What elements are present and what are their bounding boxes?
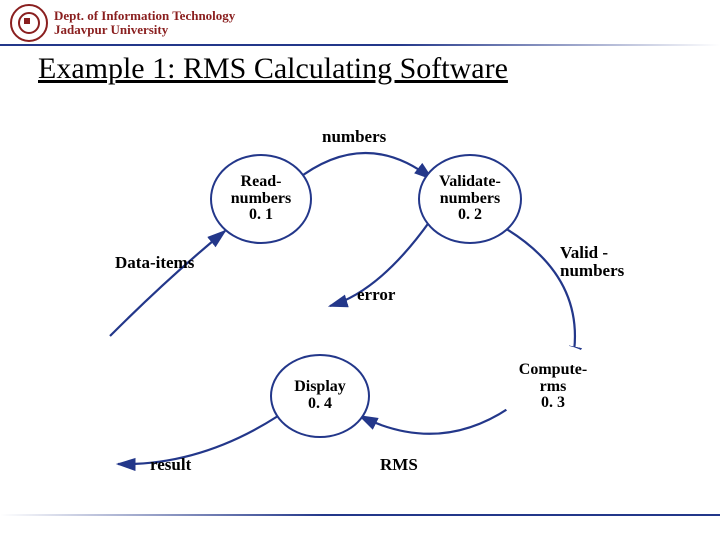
footer-rule [0, 514, 720, 516]
dept-line1: Dept. of Information Technology [54, 9, 235, 23]
header-rule [0, 44, 720, 46]
slide-title: Example 1: RMS Calculating Software [38, 52, 720, 86]
label-result: result [150, 456, 191, 474]
label-rms: RMS [380, 456, 418, 474]
dept-line2: Jadavpur University [54, 23, 235, 37]
header: Dept. of Information Technology Jadavpur… [0, 0, 720, 42]
label-data-items: Data-items [115, 254, 194, 272]
label-valid-numbers: Valid - numbers [560, 244, 624, 280]
dept-block: Dept. of Information Technology Jadavpur… [54, 9, 235, 36]
diagram-canvas: numbers Data-items error Valid - numbers… [0, 86, 720, 506]
university-logo [10, 4, 48, 42]
node-read-numbers: Read- numbers 0. 1 [210, 154, 312, 244]
label-error: error [357, 286, 395, 304]
node-validate-numbers: Validate- numbers 0. 2 [418, 154, 522, 244]
node-compute-rms: Compute- rms 0. 3 [498, 344, 608, 430]
label-numbers: numbers [322, 128, 386, 146]
node-display: Display 0. 4 [270, 354, 370, 438]
